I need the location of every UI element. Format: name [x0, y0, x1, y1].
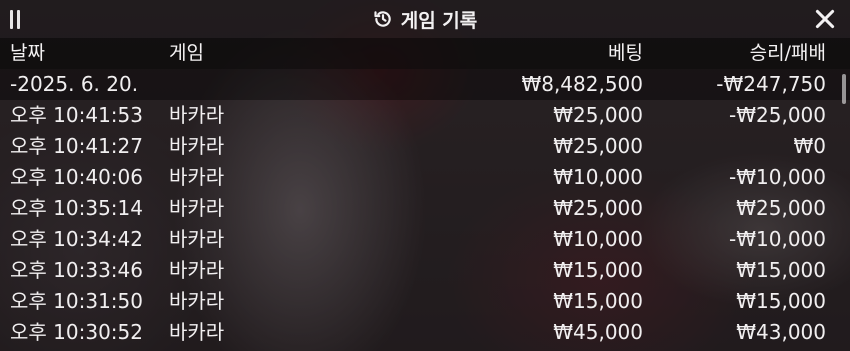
table-row[interactable]: 오후 10:41:27 바카라 ₩25,000 ₩0 — [0, 131, 850, 162]
row-game: 바카라 — [169, 289, 225, 313]
close-icon[interactable] — [812, 6, 838, 32]
window-title: 게임 기록 — [373, 6, 478, 33]
row-game: 바카라 — [169, 227, 225, 251]
row-win-loss: -₩25,000 — [729, 103, 826, 127]
table-row[interactable]: 오후 10:35:14 바카라 ₩25,000 ₩25,000 — [0, 193, 850, 224]
table-row[interactable]: 오후 10:30:52 바카라 ₩45,000 ₩43,000 — [0, 317, 850, 348]
table-header: 날짜 게임 베팅 승리/패배 — [0, 38, 850, 69]
row-time: 오후 10:33:46 — [10, 258, 143, 282]
row-win-loss: ₩43,000 — [736, 320, 826, 344]
row-bet: ₩10,000 — [553, 165, 643, 189]
row-win-loss: -₩10,000 — [729, 227, 826, 251]
row-bet: ₩25,000 — [553, 196, 643, 220]
row-win-loss: ₩0 — [793, 134, 827, 158]
title-bar: 게임 기록 — [0, 0, 850, 38]
row-win-loss: ₩15,000 — [736, 289, 826, 313]
table-row[interactable]: 오후 10:34:42 바카라 ₩10,000 -₩10,000 — [0, 224, 850, 255]
row-win-loss: ₩25,000 — [736, 196, 826, 220]
column-header-game: 게임 — [169, 42, 204, 64]
row-time: 오후 10:34:42 — [10, 227, 143, 251]
column-header-bet: 베팅 — [608, 42, 643, 64]
row-time: 오후 10:40:06 — [10, 165, 143, 189]
row-game: 바카라 — [169, 258, 225, 282]
table-row[interactable]: 오후 10:31:50 바카라 ₩15,000 ₩15,000 — [0, 286, 850, 317]
history-icon — [374, 11, 391, 27]
scrollbar[interactable] — [842, 74, 846, 344]
scroll-thumb[interactable] — [842, 74, 846, 104]
row-bet: ₩25,000 — [553, 134, 643, 158]
column-header-date: 날짜 — [10, 42, 45, 64]
row-game: 바카라 — [169, 103, 225, 127]
row-time: 오후 10:41:27 — [10, 134, 143, 158]
title-text: 게임 기록 — [400, 9, 478, 32]
row-bet: ₩10,000 — [553, 227, 643, 251]
row-game: 바카라 — [169, 196, 225, 220]
table-row[interactable]: 오후 10:40:06 바카라 ₩10,000 -₩10,000 — [0, 162, 850, 193]
row-game: 바카라 — [169, 165, 225, 189]
row-time: 오후 10:35:14 — [10, 196, 143, 220]
row-game: 바카라 — [169, 134, 225, 158]
summary-win-loss: -₩247,750 — [716, 72, 826, 96]
summary-bet: ₩8,482,500 — [521, 72, 643, 96]
row-time: 오후 10:30:52 — [10, 320, 143, 344]
row-bet: ₩15,000 — [553, 289, 643, 313]
row-bet: ₩45,000 — [553, 320, 643, 344]
game-history-panel: 게임 기록 날짜 게임 베팅 승리/패배 -2025. 6. 20. ₩8,48… — [0, 0, 850, 351]
table-row[interactable]: 오후 10:33:46 바카라 ₩15,000 ₩15,000 — [0, 255, 850, 286]
table-row[interactable]: 오후 10:41:53 바카라 ₩25,000 -₩25,000 — [0, 100, 850, 131]
row-win-loss: -₩10,000 — [729, 165, 826, 189]
row-game: 바카라 — [169, 320, 225, 344]
date-summary-row[interactable]: -2025. 6. 20. ₩8,482,500 -₩247,750 — [0, 69, 850, 100]
row-win-loss: ₩15,000 — [736, 258, 826, 282]
column-header-win-loss: 승리/패배 — [749, 42, 826, 64]
row-time: 오후 10:41:53 — [10, 103, 143, 127]
menu-icon[interactable] — [10, 10, 24, 29]
summary-date: -2025. 6. 20. — [10, 72, 139, 96]
row-bet: ₩15,000 — [553, 258, 643, 282]
row-bet: ₩25,000 — [553, 103, 643, 127]
row-time: 오후 10:31:50 — [10, 289, 143, 313]
